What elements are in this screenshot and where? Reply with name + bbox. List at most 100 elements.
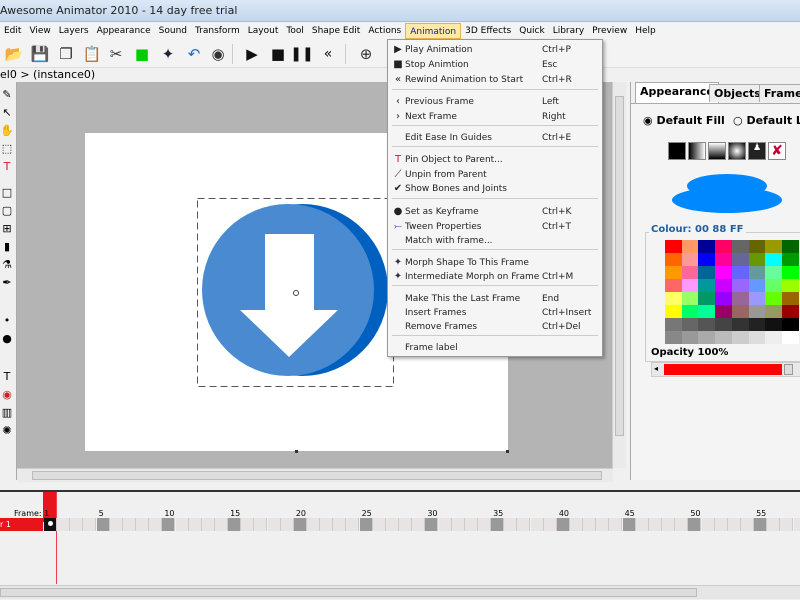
- frame-cell[interactable]: [596, 518, 610, 531]
- vertical-scrollbar[interactable]: [612, 82, 626, 468]
- frame-cell[interactable]: [228, 518, 242, 531]
- frame-cell[interactable]: [688, 518, 702, 531]
- frame-cell[interactable]: [530, 518, 544, 531]
- palette-swatch[interactable]: [731, 253, 749, 266]
- palette-swatch[interactable]: [665, 305, 682, 318]
- palette-swatch[interactable]: [731, 292, 749, 305]
- frame-cell[interactable]: [254, 518, 268, 531]
- palette-swatch[interactable]: [781, 305, 799, 318]
- palette-swatch[interactable]: [781, 318, 799, 331]
- palette-swatch[interactable]: [781, 279, 799, 292]
- palette-swatch[interactable]: [715, 305, 733, 318]
- opacity-slider[interactable]: ◂: [651, 362, 800, 377]
- frame-cell[interactable]: [648, 518, 662, 531]
- frame-cell[interactable]: [109, 518, 123, 531]
- palette-swatch[interactable]: [731, 318, 749, 331]
- menu-item-pin-object-to-parent[interactable]: T Pin Object to Parent...: [390, 153, 600, 167]
- frame-cell[interactable]: [320, 518, 334, 531]
- menu-item-morph-shape-to-this-frame[interactable]: ✦ Morph Shape To This Frame: [390, 256, 600, 270]
- menu-item-stop-animtion[interactable]: ■ Stop Animtion Esc: [390, 58, 600, 72]
- bitmap-fill-button[interactable]: ♟: [748, 142, 766, 160]
- palette-swatch[interactable]: [748, 266, 766, 279]
- frame-cell[interactable]: [346, 518, 360, 531]
- frame-cell[interactable]: [701, 518, 715, 531]
- palette-swatch[interactable]: [698, 240, 716, 253]
- palette-swatch[interactable]: [731, 266, 749, 279]
- frame-cell[interactable]: [188, 518, 202, 531]
- frame-cell[interactable]: [359, 518, 373, 531]
- palette-swatch[interactable]: [698, 292, 716, 305]
- frame-cell[interactable]: [83, 518, 97, 531]
- frame-cell[interactable]: [793, 518, 800, 531]
- frame-cell[interactable]: [504, 518, 518, 531]
- frame-cell[interactable]: [70, 518, 84, 531]
- frame-cell[interactable]: [609, 518, 623, 531]
- palette-swatch[interactable]: [748, 292, 766, 305]
- frame-cell[interactable]: [491, 518, 505, 531]
- menu-item-set-as-keyframe[interactable]: ● Set as Keyframe Ctrl+K: [390, 205, 600, 219]
- frame-cell[interactable]: [425, 518, 439, 531]
- frame-cell[interactable]: [96, 518, 110, 531]
- frame-cell[interactable]: [675, 518, 689, 531]
- menu-item-match-with-frame[interactable]: Match with frame...: [390, 234, 600, 248]
- frame-cell[interactable]: [57, 518, 71, 531]
- palette-swatch[interactable]: [715, 266, 733, 279]
- frame-cell[interactable]: [635, 518, 649, 531]
- layer-name[interactable]: r 1: [0, 518, 43, 531]
- menu-item-previous-frame[interactable]: ‹ Previous Frame Left: [390, 95, 600, 109]
- palette-swatch[interactable]: [681, 279, 699, 292]
- palette-swatch[interactable]: [665, 318, 682, 331]
- frame-cell[interactable]: [333, 518, 347, 531]
- menu-item-remove-frames[interactable]: Remove Frames Ctrl+Del: [390, 320, 600, 334]
- keyframe-cell[interactable]: [44, 518, 57, 531]
- palette-swatch[interactable]: [715, 279, 733, 292]
- frame-cell[interactable]: [280, 518, 294, 531]
- palette-swatch[interactable]: [765, 292, 783, 305]
- menu-item-show-bones-and-joints[interactable]: ✔ Show Bones and Joints: [390, 182, 600, 196]
- palette-swatch[interactable]: [715, 253, 733, 266]
- palette-swatch[interactable]: [748, 279, 766, 292]
- palette-swatch[interactable]: [781, 253, 799, 266]
- palette-swatch[interactable]: [748, 331, 766, 344]
- frame-cell[interactable]: [517, 518, 531, 531]
- opacity-slider-thumb[interactable]: [784, 364, 793, 375]
- palette-swatch[interactable]: [781, 292, 799, 305]
- frame-cell[interactable]: [543, 518, 557, 531]
- timeline-scrollbar[interactable]: [0, 585, 800, 599]
- palette-swatch[interactable]: [765, 331, 783, 344]
- menu-item-unpin-from-parent[interactable]: ⟋ Unpin from Parent: [390, 168, 600, 182]
- palette-swatch[interactable]: [765, 305, 783, 318]
- palette-swatch[interactable]: [781, 331, 799, 344]
- vertical-gradient-button[interactable]: [708, 142, 726, 160]
- menu-item-play-animation[interactable]: ▶ Play Animation Ctrl+P: [390, 43, 600, 57]
- frame-cell[interactable]: [570, 518, 583, 531]
- palette-swatch[interactable]: [681, 292, 699, 305]
- palette-swatch[interactable]: [698, 318, 716, 331]
- frame-cell[interactable]: [241, 518, 255, 531]
- palette-swatch[interactable]: [681, 331, 699, 344]
- palette-swatch[interactable]: [731, 305, 749, 318]
- frame-cell[interactable]: [662, 518, 676, 531]
- frame-cell[interactable]: [201, 518, 215, 531]
- frame-cell[interactable]: [385, 518, 399, 531]
- palette-swatch[interactable]: [765, 318, 783, 331]
- palette-swatch[interactable]: [665, 279, 682, 292]
- frame-cell[interactable]: [136, 518, 150, 531]
- palette-swatch[interactable]: [681, 240, 699, 253]
- no-fill-button[interactable]: ✘: [768, 142, 786, 160]
- menu-item-next-frame[interactable]: › Next Frame Right: [390, 110, 600, 124]
- palette-swatch[interactable]: [665, 253, 682, 266]
- frame-cell[interactable]: [622, 518, 636, 531]
- palette-swatch[interactable]: [715, 318, 733, 331]
- palette-swatch[interactable]: [748, 305, 766, 318]
- frame-cell[interactable]: [372, 518, 386, 531]
- palette-swatch[interactable]: [681, 253, 699, 266]
- palette-swatch[interactable]: [748, 318, 766, 331]
- frame-cell[interactable]: [451, 518, 465, 531]
- palette-swatch[interactable]: [731, 331, 749, 344]
- frame-cell[interactable]: [583, 518, 597, 531]
- frame-cell[interactable]: [754, 518, 768, 531]
- palette-swatch[interactable]: [731, 240, 749, 253]
- palette-swatch[interactable]: [698, 305, 716, 318]
- frame-cell[interactable]: [214, 518, 228, 531]
